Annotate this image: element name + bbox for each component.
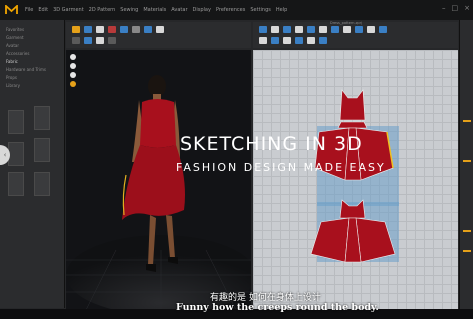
3d-scene	[66, 50, 256, 315]
puckering-icon[interactable]	[319, 37, 327, 44]
minimize-button[interactable]: –	[442, 4, 446, 12]
move-icon[interactable]	[96, 26, 104, 33]
property-panel	[459, 20, 473, 310]
menu-sewing[interactable]: Sewing	[120, 7, 138, 13]
transform-pattern-icon[interactable]	[259, 26, 267, 33]
menu-help[interactable]: Help	[276, 7, 287, 13]
thumbnail-item[interactable]	[34, 106, 50, 130]
tree-item-favorites[interactable]: Favorites	[6, 26, 64, 34]
pattern-piece	[339, 89, 366, 121]
caption-english: Funny how the creeps round the body.	[176, 302, 379, 313]
3d-toolbar-row-1	[72, 26, 164, 33]
graphic-icon[interactable]	[307, 37, 315, 44]
menu-3d-garment[interactable]: 3D Garment	[53, 7, 84, 13]
avatar-icon[interactable]	[96, 37, 104, 44]
fabric-grain-icon[interactable]	[271, 37, 279, 44]
avatar-display-icon[interactable]	[70, 72, 76, 78]
menu-2d-pattern[interactable]: 2D Pattern	[89, 7, 116, 13]
2d-toolbar-row-2	[259, 37, 327, 44]
close-button[interactable]: ×	[464, 4, 470, 12]
zipper-icon[interactable]	[259, 37, 267, 44]
pen-icon[interactable]	[144, 26, 152, 33]
thumbnail-item[interactable]	[8, 172, 24, 196]
tree-item-fabric[interactable]: Fabric	[6, 58, 64, 66]
tree-item-props[interactable]: Props	[6, 74, 64, 82]
property-panel-widgets	[463, 120, 471, 252]
menu-settings[interactable]: Settings	[250, 7, 271, 13]
thumbnail-item[interactable]	[34, 138, 50, 162]
app-window: File Edit 3D Garment 2D Pattern Sewing M…	[0, 0, 473, 319]
pattern-pieces	[310, 89, 399, 263]
pattern-piece	[310, 217, 350, 263]
texture-icon[interactable]	[84, 37, 92, 44]
thumbnail-item[interactable]	[8, 142, 24, 166]
menu-display[interactable]: Display	[193, 7, 211, 13]
select-icon[interactable]	[84, 26, 92, 33]
tree-item-hardware[interactable]: Hardware and Trims	[6, 66, 64, 74]
2d-toolbar-row-1	[259, 26, 387, 33]
segment-sewing-icon[interactable]	[331, 26, 339, 33]
seam-taping-icon[interactable]	[355, 26, 363, 33]
measure-icon[interactable]	[132, 26, 140, 33]
tree-item-avatar[interactable]: Avatar	[6, 42, 64, 50]
pin-icon[interactable]	[108, 26, 116, 33]
overlay-subtitle: FASHION DESIGN MADE EASY	[176, 161, 386, 174]
rectangle-icon[interactable]	[295, 26, 303, 33]
topstitch-icon[interactable]	[367, 26, 375, 33]
2d-window-tab[interactable]: Dress_pattern.zprj	[330, 21, 362, 25]
internal-line-icon[interactable]	[283, 37, 291, 44]
polygon-icon[interactable]	[283, 26, 291, 33]
3d-toolbar-row-2	[72, 37, 116, 44]
edit-pattern-icon[interactable]	[271, 26, 279, 33]
simulate-icon[interactable]	[72, 26, 80, 33]
tree-item-library[interactable]: Library	[6, 82, 64, 90]
pattern-piece	[337, 121, 368, 129]
library-panel: Favorites Garment Avatar Accessories Fab…	[0, 20, 65, 308]
2d-pattern-viewport[interactable]	[253, 50, 458, 310]
view-icon[interactable]	[72, 37, 80, 44]
menu-avatar[interactable]: Avatar	[171, 7, 187, 13]
menu-preferences[interactable]: Preferences	[216, 7, 245, 13]
app-logo-icon	[4, 3, 19, 18]
button-tool-icon[interactable]	[379, 26, 387, 33]
dart-icon[interactable]	[319, 26, 327, 33]
3d-view-controls	[70, 54, 76, 87]
gizmo-icon[interactable]	[70, 54, 76, 60]
menu-file[interactable]: File	[25, 7, 33, 13]
thumbnail-item[interactable]	[34, 172, 50, 196]
3d-viewport[interactable]	[66, 50, 256, 315]
free-sewing-icon[interactable]	[343, 26, 351, 33]
light-icon[interactable]	[70, 81, 76, 87]
window-controls: – □ ×	[442, 4, 470, 12]
2d-toolbar	[253, 22, 458, 48]
thumbnail-item[interactable]	[8, 110, 24, 134]
notch-icon[interactable]	[295, 37, 303, 44]
menu-materials[interactable]: Materials	[143, 7, 166, 13]
3d-toolbar	[66, 22, 251, 48]
circle-icon[interactable]	[307, 26, 315, 33]
chevron-left-icon: ‹	[3, 151, 7, 159]
menu-items: File Edit 3D Garment 2D Pattern Sewing M…	[25, 7, 287, 13]
tree-item-accessories[interactable]: Accessories	[6, 50, 64, 58]
overlay-title: SKETCHING IN 3D	[180, 133, 363, 155]
library-tree: Favorites Garment Avatar Accessories Fab…	[0, 20, 64, 90]
rotate-icon[interactable]	[70, 63, 76, 69]
maximize-button[interactable]: □	[452, 4, 459, 12]
menu-edit[interactable]: Edit	[38, 7, 48, 13]
menu-bar: File Edit 3D Garment 2D Pattern Sewing M…	[0, 0, 473, 20]
brush-icon[interactable]	[156, 26, 164, 33]
fold-icon[interactable]	[120, 26, 128, 33]
tree-item-garment[interactable]: Garment	[6, 34, 64, 42]
camera-icon[interactable]	[108, 37, 116, 44]
